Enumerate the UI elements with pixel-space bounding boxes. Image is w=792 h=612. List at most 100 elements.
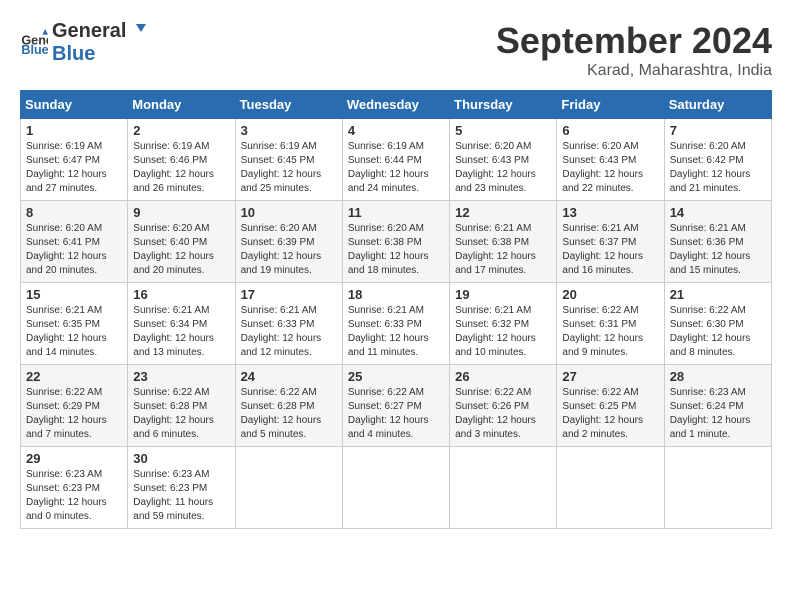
daylight-text: Daylight: 12 hours and 2 minutes. bbox=[562, 415, 643, 440]
calendar-day-cell: 10 Sunrise: 6:20 AM Sunset: 6:39 PM Dayl… bbox=[235, 201, 342, 283]
day-number: 5 bbox=[455, 123, 551, 138]
day-info: Sunrise: 6:21 AM Sunset: 6:33 PM Dayligh… bbox=[241, 304, 337, 360]
day-info: Sunrise: 6:21 AM Sunset: 6:33 PM Dayligh… bbox=[348, 304, 444, 360]
day-info: Sunrise: 6:22 AM Sunset: 6:29 PM Dayligh… bbox=[26, 386, 122, 442]
day-number: 24 bbox=[241, 369, 337, 384]
daylight-text: Daylight: 12 hours and 23 minutes. bbox=[455, 169, 536, 194]
sunset-text: Sunset: 6:45 PM bbox=[241, 155, 315, 166]
daylight-text: Daylight: 12 hours and 18 minutes. bbox=[348, 251, 429, 276]
calendar-day-cell: 30 Sunrise: 6:23 AM Sunset: 6:23 PM Dayl… bbox=[128, 447, 235, 529]
empty-cell bbox=[235, 447, 342, 529]
daylight-text: Daylight: 12 hours and 0 minutes. bbox=[26, 497, 107, 522]
sunset-text: Sunset: 6:37 PM bbox=[562, 237, 636, 248]
daylight-text: Daylight: 12 hours and 12 minutes. bbox=[241, 333, 322, 358]
daylight-text: Daylight: 12 hours and 26 minutes. bbox=[133, 169, 214, 194]
calendar-day-cell: 9 Sunrise: 6:20 AM Sunset: 6:40 PM Dayli… bbox=[128, 201, 235, 283]
sunrise-text: Sunrise: 6:22 AM bbox=[133, 387, 209, 398]
calendar-day-cell: 24 Sunrise: 6:22 AM Sunset: 6:28 PM Dayl… bbox=[235, 365, 342, 447]
sunrise-text: Sunrise: 6:21 AM bbox=[562, 223, 638, 234]
empty-cell bbox=[342, 447, 449, 529]
sunrise-text: Sunrise: 6:21 AM bbox=[26, 305, 102, 316]
calendar-day-cell: 16 Sunrise: 6:21 AM Sunset: 6:34 PM Dayl… bbox=[128, 283, 235, 365]
calendar-week-row: 29 Sunrise: 6:23 AM Sunset: 6:23 PM Dayl… bbox=[21, 447, 772, 529]
day-info: Sunrise: 6:23 AM Sunset: 6:23 PM Dayligh… bbox=[133, 468, 229, 524]
daylight-text: Daylight: 12 hours and 24 minutes. bbox=[348, 169, 429, 194]
sunrise-text: Sunrise: 6:19 AM bbox=[241, 141, 317, 152]
day-info: Sunrise: 6:20 AM Sunset: 6:38 PM Dayligh… bbox=[348, 222, 444, 278]
sunset-text: Sunset: 6:27 PM bbox=[348, 401, 422, 412]
calendar-day-cell: 19 Sunrise: 6:21 AM Sunset: 6:32 PM Dayl… bbox=[450, 283, 557, 365]
sunrise-text: Sunrise: 6:21 AM bbox=[455, 305, 531, 316]
logo-icon: General Blue bbox=[20, 29, 48, 57]
daylight-text: Daylight: 12 hours and 13 minutes. bbox=[133, 333, 214, 358]
sunset-text: Sunset: 6:23 PM bbox=[26, 483, 100, 494]
sunset-text: Sunset: 6:38 PM bbox=[348, 237, 422, 248]
calendar-day-cell: 17 Sunrise: 6:21 AM Sunset: 6:33 PM Dayl… bbox=[235, 283, 342, 365]
sunrise-text: Sunrise: 6:22 AM bbox=[26, 387, 102, 398]
day-number: 26 bbox=[455, 369, 551, 384]
sunset-text: Sunset: 6:25 PM bbox=[562, 401, 636, 412]
sunrise-text: Sunrise: 6:19 AM bbox=[348, 141, 424, 152]
sunset-text: Sunset: 6:39 PM bbox=[241, 237, 315, 248]
day-number: 30 bbox=[133, 451, 229, 466]
sunset-text: Sunset: 6:36 PM bbox=[670, 237, 744, 248]
column-header-thursday: Thursday bbox=[450, 91, 557, 119]
sunrise-text: Sunrise: 6:23 AM bbox=[133, 469, 209, 480]
day-info: Sunrise: 6:21 AM Sunset: 6:35 PM Dayligh… bbox=[26, 304, 122, 360]
day-number: 25 bbox=[348, 369, 444, 384]
calendar-header-row: SundayMondayTuesdayWednesdayThursdayFrid… bbox=[21, 91, 772, 119]
calendar-day-cell: 12 Sunrise: 6:21 AM Sunset: 6:38 PM Dayl… bbox=[450, 201, 557, 283]
day-number: 29 bbox=[26, 451, 122, 466]
day-number: 2 bbox=[133, 123, 229, 138]
day-number: 15 bbox=[26, 287, 122, 302]
day-info: Sunrise: 6:19 AM Sunset: 6:45 PM Dayligh… bbox=[241, 140, 337, 196]
day-number: 13 bbox=[562, 205, 658, 220]
calendar-day-cell: 14 Sunrise: 6:21 AM Sunset: 6:36 PM Dayl… bbox=[664, 201, 771, 283]
sunset-text: Sunset: 6:32 PM bbox=[455, 319, 529, 330]
day-number: 11 bbox=[348, 205, 444, 220]
daylight-text: Daylight: 12 hours and 19 minutes. bbox=[241, 251, 322, 276]
day-number: 9 bbox=[133, 205, 229, 220]
day-number: 19 bbox=[455, 287, 551, 302]
day-number: 12 bbox=[455, 205, 551, 220]
sunrise-text: Sunrise: 6:22 AM bbox=[670, 305, 746, 316]
calendar-day-cell: 23 Sunrise: 6:22 AM Sunset: 6:28 PM Dayl… bbox=[128, 365, 235, 447]
empty-cell bbox=[664, 447, 771, 529]
calendar-day-cell: 13 Sunrise: 6:21 AM Sunset: 6:37 PM Dayl… bbox=[557, 201, 664, 283]
calendar-day-cell: 5 Sunrise: 6:20 AM Sunset: 6:43 PM Dayli… bbox=[450, 119, 557, 201]
sunset-text: Sunset: 6:23 PM bbox=[133, 483, 207, 494]
title-area: September 2024 Karad, Maharashtra, India bbox=[496, 20, 772, 80]
day-number: 23 bbox=[133, 369, 229, 384]
daylight-text: Daylight: 12 hours and 8 minutes. bbox=[670, 333, 751, 358]
sunset-text: Sunset: 6:40 PM bbox=[133, 237, 207, 248]
empty-cell bbox=[450, 447, 557, 529]
location-title: Karad, Maharashtra, India bbox=[496, 62, 772, 80]
column-header-wednesday: Wednesday bbox=[342, 91, 449, 119]
calendar-day-cell: 21 Sunrise: 6:22 AM Sunset: 6:30 PM Dayl… bbox=[664, 283, 771, 365]
sunset-text: Sunset: 6:34 PM bbox=[133, 319, 207, 330]
sunrise-text: Sunrise: 6:21 AM bbox=[241, 305, 317, 316]
day-info: Sunrise: 6:20 AM Sunset: 6:41 PM Dayligh… bbox=[26, 222, 122, 278]
sunset-text: Sunset: 6:42 PM bbox=[670, 155, 744, 166]
sunset-text: Sunset: 6:33 PM bbox=[241, 319, 315, 330]
day-number: 7 bbox=[670, 123, 766, 138]
sunset-text: Sunset: 6:28 PM bbox=[241, 401, 315, 412]
calendar-day-cell: 8 Sunrise: 6:20 AM Sunset: 6:41 PM Dayli… bbox=[21, 201, 128, 283]
sunset-text: Sunset: 6:33 PM bbox=[348, 319, 422, 330]
sunrise-text: Sunrise: 6:22 AM bbox=[562, 387, 638, 398]
day-info: Sunrise: 6:22 AM Sunset: 6:27 PM Dayligh… bbox=[348, 386, 444, 442]
daylight-text: Daylight: 12 hours and 4 minutes. bbox=[348, 415, 429, 440]
calendar-day-cell: 25 Sunrise: 6:22 AM Sunset: 6:27 PM Dayl… bbox=[342, 365, 449, 447]
sunset-text: Sunset: 6:43 PM bbox=[562, 155, 636, 166]
sunrise-text: Sunrise: 6:21 AM bbox=[133, 305, 209, 316]
sunset-text: Sunset: 6:38 PM bbox=[455, 237, 529, 248]
daylight-text: Daylight: 12 hours and 25 minutes. bbox=[241, 169, 322, 194]
calendar-week-row: 22 Sunrise: 6:22 AM Sunset: 6:29 PM Dayl… bbox=[21, 365, 772, 447]
daylight-text: Daylight: 12 hours and 14 minutes. bbox=[26, 333, 107, 358]
day-info: Sunrise: 6:20 AM Sunset: 6:43 PM Dayligh… bbox=[562, 140, 658, 196]
daylight-text: Daylight: 12 hours and 9 minutes. bbox=[562, 333, 643, 358]
day-number: 10 bbox=[241, 205, 337, 220]
calendar-day-cell: 1 Sunrise: 6:19 AM Sunset: 6:47 PM Dayli… bbox=[21, 119, 128, 201]
day-info: Sunrise: 6:19 AM Sunset: 6:47 PM Dayligh… bbox=[26, 140, 122, 196]
calendar-day-cell: 29 Sunrise: 6:23 AM Sunset: 6:23 PM Dayl… bbox=[21, 447, 128, 529]
